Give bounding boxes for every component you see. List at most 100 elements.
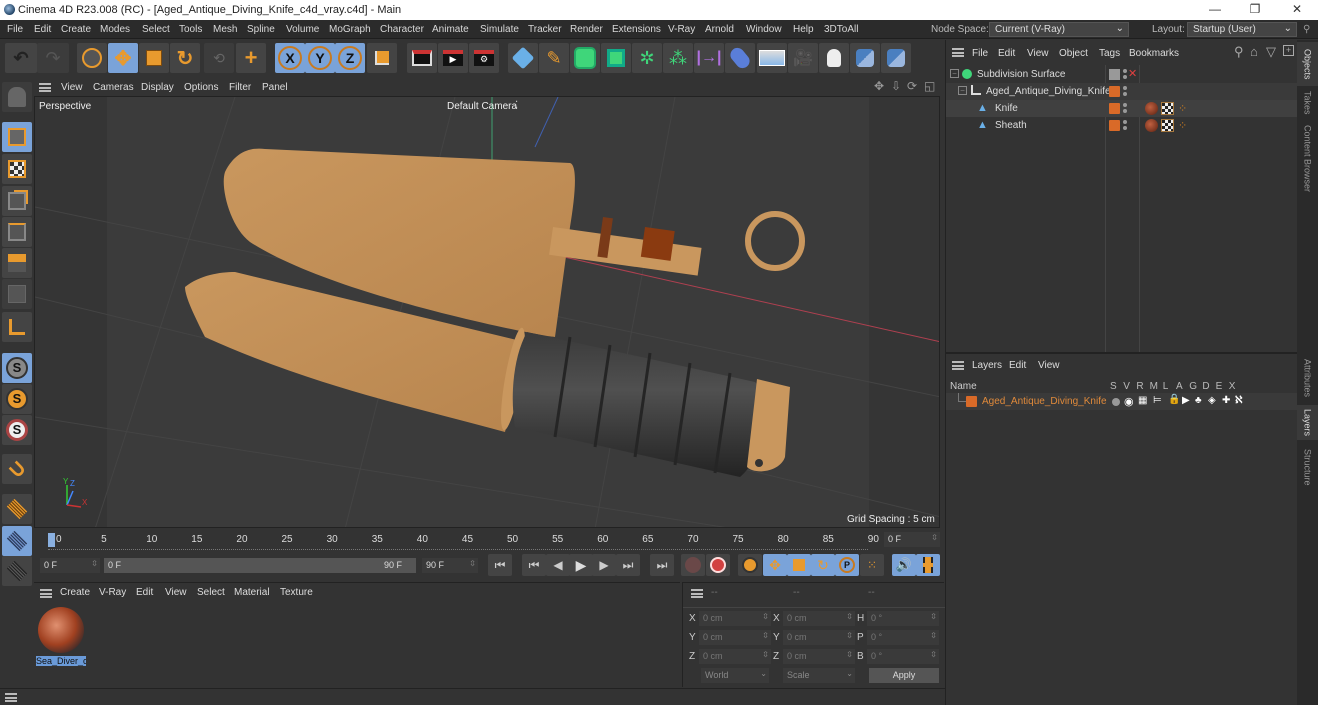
material-menu-vray[interactable]: V-Ray — [99, 587, 126, 598]
object-row-subdivision-surface[interactable]: − Subdivision Surface ✕ — [946, 66, 1298, 83]
deformer-icon[interactable]: |→| — [694, 43, 724, 73]
coordinate-system-icon[interactable] — [367, 43, 397, 73]
render-clapper-icon[interactable]: ▦ — [1138, 395, 1147, 406]
x-axis-icon[interactable]: X — [275, 43, 305, 73]
hamburger-icon[interactable] — [5, 693, 17, 702]
pos-y-field[interactable]: 0 cm ⇳ — [699, 630, 771, 645]
menu-tools[interactable]: Tools — [179, 24, 202, 35]
animation-play-icon[interactable]: ▶ — [1182, 395, 1190, 406]
menu-3dtoall[interactable]: 3DToAll — [824, 24, 858, 35]
key-pla-icon[interactable]: ⁙ — [860, 554, 884, 576]
filter-icon[interactable]: ▽ — [1266, 44, 1276, 60]
texture-mode-icon[interactable] — [2, 154, 32, 184]
size-y-field[interactable]: 0 cm ⇳ — [783, 630, 855, 645]
object-menu-tags[interactable]: Tags — [1099, 48, 1120, 59]
new-window-icon[interactable]: + — [1283, 45, 1294, 56]
make-editable-icon[interactable] — [2, 82, 32, 112]
field-icon[interactable] — [725, 43, 755, 73]
viewport-pan-icon[interactable]: ✥ — [874, 79, 884, 93]
layer-menu-layers[interactable]: Layers — [972, 360, 1002, 371]
tab-structure[interactable]: Structure — [1297, 443, 1318, 491]
frame-range-slider[interactable]: 0 F 90 F — [104, 558, 416, 573]
material-menu-create[interactable]: Create — [60, 587, 90, 598]
object-menu-object[interactable]: Object — [1059, 48, 1088, 59]
current-frame-field[interactable]: 0 F ⇳ — [884, 532, 940, 547]
menu-extensions[interactable]: Extensions — [612, 24, 661, 35]
undo-icon[interactable]: ↶ — [5, 43, 37, 73]
viewport-maximize-icon[interactable]: ◱ — [924, 79, 935, 93]
spinner-icon[interactable]: ⇳ — [846, 612, 853, 621]
pen-icon[interactable]: ✎ — [539, 43, 569, 73]
layer-color-swatch[interactable] — [1109, 120, 1120, 131]
material-tag-icon[interactable] — [1145, 102, 1158, 115]
3d-viewport[interactable]: Perspective Default Camera ⁚ Grid Spacin… — [34, 96, 940, 528]
snap-settings-icon[interactable]: S — [2, 384, 32, 414]
camera-icon[interactable]: 🎥 — [788, 43, 818, 73]
hamburger-icon[interactable] — [40, 589, 52, 598]
hamburger-icon[interactable] — [39, 83, 51, 92]
viewport-menu-options[interactable]: Options — [184, 82, 218, 93]
menu-volume[interactable]: Volume — [286, 24, 319, 35]
apply-button[interactable]: Apply — [869, 668, 939, 683]
pos-z-field[interactable]: 0 cm ⇳ — [699, 649, 771, 664]
spinner-icon[interactable]: ⇳ — [91, 559, 98, 568]
layer-menu-view[interactable]: View — [1038, 360, 1060, 371]
workplane-icon[interactable] — [2, 494, 32, 524]
object-row-sheath[interactable]: ▲ Sheath ⁘ — [946, 117, 1298, 134]
extrude-icon[interactable] — [601, 43, 631, 73]
minimize-button[interactable]: — — [1200, 2, 1230, 18]
spinner-icon[interactable]: ⇳ — [930, 650, 937, 659]
record-icon[interactable] — [681, 554, 705, 576]
material-menu-select[interactable]: Select — [197, 587, 225, 598]
points-mode-icon[interactable] — [2, 186, 32, 216]
go-to-end-icon[interactable]: ⏭ — [650, 554, 674, 576]
rot-p-field[interactable]: 0 ° ⇳ — [867, 630, 939, 645]
close-button[interactable]: ✕ — [1282, 2, 1312, 18]
film-strip-icon[interactable] — [916, 554, 940, 576]
rot-h-field[interactable]: 0 ° ⇳ — [867, 611, 939, 626]
xref-icon[interactable]: ℵ — [1235, 395, 1242, 406]
manager-tree-icon[interactable]: ⊨ — [1153, 395, 1162, 406]
object-menu-view[interactable]: View — [1027, 48, 1049, 59]
spinner-icon[interactable]: ⇳ — [931, 533, 938, 542]
spinner-icon[interactable]: ⇳ — [762, 650, 769, 659]
material-name[interactable]: Sea_Diver_c — [36, 656, 86, 666]
material-tag-icon[interactable] — [1145, 119, 1158, 132]
tab-takes[interactable]: Takes — [1297, 88, 1318, 118]
menu-simulate[interactable]: Simulate — [480, 24, 519, 35]
expressions-icon[interactable]: ✚ — [1222, 395, 1230, 406]
spinner-icon[interactable]: ⇳ — [762, 631, 769, 640]
uv-mode-icon[interactable] — [2, 279, 32, 309]
node-space-select[interactable]: Current (V-Ray) ⌄ — [989, 22, 1129, 37]
layer-color-swatch[interactable] — [1109, 103, 1120, 114]
layer-color-swatch[interactable] — [1109, 69, 1120, 80]
spinner-icon[interactable]: ⇳ — [930, 612, 937, 621]
menu-help[interactable]: Help — [793, 24, 814, 35]
recent-tools-icon[interactable]: ⟲ — [204, 43, 234, 73]
menu-animate[interactable]: Animate — [432, 24, 469, 35]
z-axis-icon[interactable]: Z — [335, 43, 365, 73]
python-icon[interactable] — [850, 43, 880, 73]
next-key-icon[interactable]: ⏭ — [616, 554, 640, 576]
layer-row[interactable]: Aged_Antique_Diving_Knife ◉ ▦ ⊨ 🔒 ▶ ♣ ◈ … — [946, 393, 1298, 410]
material-menu-edit[interactable]: Edit — [136, 587, 153, 598]
render-view-icon[interactable] — [407, 43, 437, 73]
layer-color-swatch[interactable] — [966, 396, 977, 407]
collapse-icon[interactable]: − — [950, 69, 959, 78]
tab-layers[interactable]: Layers — [1297, 405, 1318, 440]
menu-window[interactable]: Window — [746, 24, 782, 35]
menu-character[interactable]: Character — [380, 24, 424, 35]
play-icon[interactable]: ▶ — [569, 554, 593, 576]
layer-color-swatch[interactable] — [1109, 86, 1120, 97]
autokey-icon[interactable] — [706, 554, 730, 576]
render-picture-viewer-icon[interactable]: ▶ — [438, 43, 468, 73]
spinner-icon[interactable]: ⇳ — [846, 631, 853, 640]
edges-mode-icon[interactable] — [2, 217, 32, 247]
object-menu-edit[interactable]: Edit — [998, 48, 1015, 59]
collapse-icon[interactable]: − — [958, 86, 967, 95]
material-menu-material[interactable]: Material — [234, 587, 270, 598]
object-name[interactable]: Subdivision Surface — [977, 69, 1065, 80]
menu-mesh[interactable]: Mesh — [213, 24, 237, 35]
cube-icon[interactable] — [508, 43, 538, 73]
playhead[interactable] — [48, 533, 55, 547]
